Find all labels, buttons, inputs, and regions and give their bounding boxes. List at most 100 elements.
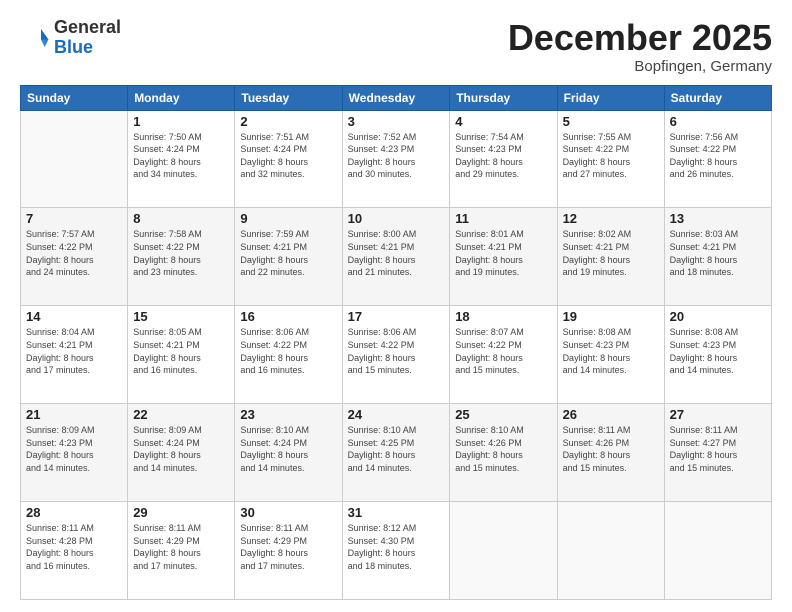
day-info: Sunrise: 8:08 AM Sunset: 4:23 PM Dayligh… — [670, 326, 766, 376]
calendar-week-row: 21Sunrise: 8:09 AM Sunset: 4:23 PM Dayli… — [21, 404, 772, 502]
header-wednesday: Wednesday — [342, 85, 450, 110]
calendar-week-row: 1Sunrise: 7:50 AM Sunset: 4:24 PM Daylig… — [21, 110, 772, 208]
table-row: 12 Sunrise: 8:02 AM Sunset: 4:21 PM Dayli… — [557, 208, 664, 306]
day-info: Sunrise: 8:12 AM Sunset: 4:30 PM Dayligh… — [348, 522, 445, 572]
day-number: 12 — [563, 211, 659, 226]
day-info: Sunrise: 7:50 AM Sunset: 4:24 PM Dayligh… — [133, 131, 229, 181]
day-info: Sunrise: 7:51 AM Sunset: 4:24 PM Dayligh… — [240, 131, 336, 181]
day-number: 28 — [26, 505, 122, 520]
title-block: December 2025 Bopfingen, Germany — [508, 18, 772, 75]
day-info: Sunrise: 8:10 AM Sunset: 4:24 PM Dayligh… — [240, 424, 336, 474]
day-number: 5 — [563, 114, 659, 129]
day-info: Sunrise: 8:11 AM Sunset: 4:26 PM Dayligh… — [563, 424, 659, 474]
day-number: 27 — [670, 407, 766, 422]
table-row: 15Sunrise: 8:05 AM Sunset: 4:21 PM Dayli… — [128, 306, 235, 404]
day-info: Sunrise: 8:05 AM Sunset: 4:21 PM Dayligh… — [133, 326, 229, 376]
day-number: 26 — [563, 407, 659, 422]
header-monday: Monday — [128, 85, 235, 110]
calendar-week-row: 7 Sunrise: 7:57 AM Sunset: 4:22 PM Daylig… — [21, 208, 772, 306]
table-row — [21, 110, 128, 208]
table-row: 16 Sunrise: 8:06 AM Sunset: 4:22 PM Dayli… — [235, 306, 342, 404]
day-number: 10 — [348, 211, 445, 226]
calendar-header-row: Sunday Monday Tuesday Wednesday Thursday… — [21, 85, 772, 110]
calendar-week-row: 14 Sunrise: 8:04 AM Sunset: 4:21 PM Dayli… — [21, 306, 772, 404]
table-row: 24 Sunrise: 8:10 AM Sunset: 4:25 PM Dayli… — [342, 404, 450, 502]
day-info: Sunrise: 8:10 AM Sunset: 4:25 PM Dayligh… — [348, 424, 445, 474]
table-row: 9Sunrise: 7:59 AM Sunset: 4:21 PM Daylig… — [235, 208, 342, 306]
day-info: Sunrise: 8:09 AM Sunset: 4:24 PM Dayligh… — [133, 424, 229, 474]
logo-icon — [20, 23, 50, 53]
day-number: 24 — [348, 407, 445, 422]
table-row: 6Sunrise: 7:56 AM Sunset: 4:22 PM Daylig… — [664, 110, 771, 208]
day-number: 31 — [348, 505, 445, 520]
table-row: 2 Sunrise: 7:51 AM Sunset: 4:24 PM Daylig… — [235, 110, 342, 208]
day-info: Sunrise: 8:02 AM Sunset: 4:21 PM Dayligh… — [563, 228, 659, 278]
calendar-week-row: 28 Sunrise: 8:11 AM Sunset: 4:28 PM Dayli… — [21, 502, 772, 600]
day-number: 3 — [348, 114, 445, 129]
day-number: 25 — [455, 407, 551, 422]
day-number: 13 — [670, 211, 766, 226]
table-row: 25 Sunrise: 8:10 AM Sunset: 4:26 PM Dayli… — [450, 404, 557, 502]
page: General Blue December 2025 Bopfingen, Ge… — [0, 0, 792, 612]
table-row: 5 Sunrise: 7:55 AM Sunset: 4:22 PM Daylig… — [557, 110, 664, 208]
day-info: Sunrise: 7:56 AM Sunset: 4:22 PM Dayligh… — [670, 131, 766, 181]
table-row: 8 Sunrise: 7:58 AM Sunset: 4:22 PM Daylig… — [128, 208, 235, 306]
day-info: Sunrise: 8:09 AM Sunset: 4:23 PM Dayligh… — [26, 424, 122, 474]
day-info: Sunrise: 8:11 AM Sunset: 4:29 PM Dayligh… — [240, 522, 336, 572]
day-number: 17 — [348, 309, 445, 324]
day-number: 16 — [240, 309, 336, 324]
header-saturday: Saturday — [664, 85, 771, 110]
logo-general-text: General — [54, 17, 121, 37]
day-number: 8 — [133, 211, 229, 226]
table-row: 31 Sunrise: 8:12 AM Sunset: 4:30 PM Dayli… — [342, 502, 450, 600]
table-row: 1Sunrise: 7:50 AM Sunset: 4:24 PM Daylig… — [128, 110, 235, 208]
table-row: 27 Sunrise: 8:11 AM Sunset: 4:27 PM Dayli… — [664, 404, 771, 502]
day-number: 19 — [563, 309, 659, 324]
day-info: Sunrise: 7:57 AM Sunset: 4:22 PM Dayligh… — [26, 228, 122, 278]
table-row: 26 Sunrise: 8:11 AM Sunset: 4:26 PM Dayli… — [557, 404, 664, 502]
table-row — [557, 502, 664, 600]
table-row — [450, 502, 557, 600]
day-info: Sunrise: 8:06 AM Sunset: 4:22 PM Dayligh… — [240, 326, 336, 376]
header-thursday: Thursday — [450, 85, 557, 110]
day-info: Sunrise: 8:11 AM Sunset: 4:28 PM Dayligh… — [26, 522, 122, 572]
table-row: 28 Sunrise: 8:11 AM Sunset: 4:28 PM Dayli… — [21, 502, 128, 600]
day-info: Sunrise: 8:11 AM Sunset: 4:29 PM Dayligh… — [133, 522, 229, 572]
day-number: 9 — [240, 211, 336, 226]
day-number: 7 — [26, 211, 122, 226]
logo: General Blue — [20, 18, 121, 58]
table-row: 4Sunrise: 7:54 AM Sunset: 4:23 PM Daylig… — [450, 110, 557, 208]
day-info: Sunrise: 7:54 AM Sunset: 4:23 PM Dayligh… — [455, 131, 551, 181]
table-row: 7 Sunrise: 7:57 AM Sunset: 4:22 PM Daylig… — [21, 208, 128, 306]
day-info: Sunrise: 7:58 AM Sunset: 4:22 PM Dayligh… — [133, 228, 229, 278]
day-number: 14 — [26, 309, 122, 324]
table-row: 23 Sunrise: 8:10 AM Sunset: 4:24 PM Dayli… — [235, 404, 342, 502]
logo-blue-text: Blue — [54, 37, 93, 57]
day-number: 29 — [133, 505, 229, 520]
table-row: 13Sunrise: 8:03 AM Sunset: 4:21 PM Dayli… — [664, 208, 771, 306]
table-row: 29 Sunrise: 8:11 AM Sunset: 4:29 PM Dayli… — [128, 502, 235, 600]
location: Bopfingen, Germany — [508, 58, 772, 75]
day-info: Sunrise: 7:55 AM Sunset: 4:22 PM Dayligh… — [563, 131, 659, 181]
day-info: Sunrise: 8:01 AM Sunset: 4:21 PM Dayligh… — [455, 228, 551, 278]
day-number: 2 — [240, 114, 336, 129]
day-info: Sunrise: 7:52 AM Sunset: 4:23 PM Dayligh… — [348, 131, 445, 181]
table-row: 21Sunrise: 8:09 AM Sunset: 4:23 PM Dayli… — [21, 404, 128, 502]
table-row: 11Sunrise: 8:01 AM Sunset: 4:21 PM Dayli… — [450, 208, 557, 306]
day-info: Sunrise: 8:11 AM Sunset: 4:27 PM Dayligh… — [670, 424, 766, 474]
day-number: 22 — [133, 407, 229, 422]
header: General Blue December 2025 Bopfingen, Ge… — [20, 18, 772, 75]
table-row: 19 Sunrise: 8:08 AM Sunset: 4:23 PM Dayli… — [557, 306, 664, 404]
month-title: December 2025 — [508, 18, 772, 58]
day-info: Sunrise: 8:10 AM Sunset: 4:26 PM Dayligh… — [455, 424, 551, 474]
table-row: 22 Sunrise: 8:09 AM Sunset: 4:24 PM Dayli… — [128, 404, 235, 502]
day-info: Sunrise: 8:08 AM Sunset: 4:23 PM Dayligh… — [563, 326, 659, 376]
day-number: 20 — [670, 309, 766, 324]
table-row: 17 Sunrise: 8:06 AM Sunset: 4:22 PM Dayli… — [342, 306, 450, 404]
table-row: 20 Sunrise: 8:08 AM Sunset: 4:23 PM Dayli… — [664, 306, 771, 404]
table-row: 10Sunrise: 8:00 AM Sunset: 4:21 PM Dayli… — [342, 208, 450, 306]
header-friday: Friday — [557, 85, 664, 110]
day-info: Sunrise: 8:04 AM Sunset: 4:21 PM Dayligh… — [26, 326, 122, 376]
day-number: 23 — [240, 407, 336, 422]
day-info: Sunrise: 8:06 AM Sunset: 4:22 PM Dayligh… — [348, 326, 445, 376]
